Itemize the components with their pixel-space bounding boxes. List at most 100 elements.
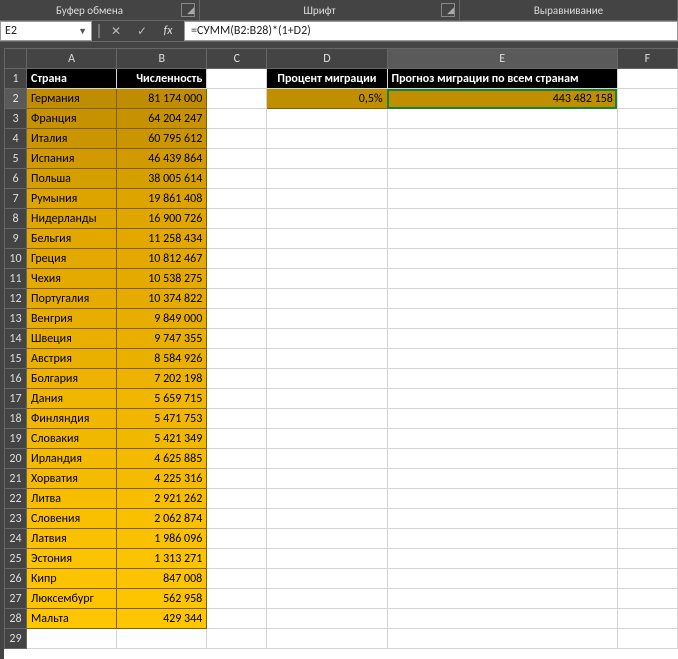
cell-A3[interactable]: Франция (27, 109, 117, 129)
cell-C28[interactable] (207, 609, 267, 629)
cell-D7[interactable] (267, 189, 387, 209)
cell-D22[interactable] (267, 489, 387, 509)
cell-C3[interactable] (207, 109, 267, 129)
cell-E15[interactable] (387, 349, 617, 369)
cell-F24[interactable] (617, 529, 677, 549)
cell-A12[interactable]: Португалия (27, 289, 117, 309)
cell-F2[interactable] (617, 89, 677, 109)
cell-C15[interactable] (207, 349, 267, 369)
row-header-21[interactable]: 21 (5, 469, 27, 489)
cell-C7[interactable] (207, 189, 267, 209)
cell-B23[interactable]: 2 062 874 (117, 509, 207, 529)
cell-E11[interactable] (387, 269, 617, 289)
cell-A18[interactable]: Финляндия (27, 409, 117, 429)
row-header-5[interactable]: 5 (5, 149, 27, 169)
cell-C16[interactable] (207, 369, 267, 389)
cell-A4[interactable]: Италия (27, 129, 117, 149)
cell-A25[interactable]: Эстония (27, 549, 117, 569)
cell-F4[interactable] (617, 129, 677, 149)
cell-C23[interactable] (207, 509, 267, 529)
row-header-18[interactable]: 18 (5, 409, 27, 429)
row-header-4[interactable]: 4 (5, 129, 27, 149)
row-header-12[interactable]: 12 (5, 289, 27, 309)
cell-C25[interactable] (207, 549, 267, 569)
cell-F5[interactable] (617, 149, 677, 169)
cell-D28[interactable] (267, 609, 387, 629)
cell-B21[interactable]: 4 225 316 (117, 469, 207, 489)
cell-B15[interactable]: 8 584 926 (117, 349, 207, 369)
cell-B18[interactable]: 5 471 753 (117, 409, 207, 429)
cancel-formula-icon[interactable]: ✕ (106, 22, 126, 40)
cell-C22[interactable] (207, 489, 267, 509)
cell-E14[interactable] (387, 329, 617, 349)
cell-D13[interactable] (267, 309, 387, 329)
row-header-1[interactable]: 1 (5, 69, 27, 89)
cell-A22[interactable]: Литва (27, 489, 117, 509)
cell-D11[interactable] (267, 269, 387, 289)
cell-A28[interactable]: Мальта (27, 609, 117, 629)
cell-A5[interactable]: Испания (27, 149, 117, 169)
cell-D2[interactable]: 0,5% (267, 89, 387, 109)
cell-A21[interactable]: Хорватия (27, 469, 117, 489)
cell-E5[interactable] (387, 149, 617, 169)
cell-B8[interactable]: 16 900 726 (117, 209, 207, 229)
row-header-3[interactable]: 3 (5, 109, 27, 129)
accept-formula-icon[interactable]: ✓ (132, 22, 152, 40)
col-header-C[interactable]: C (207, 49, 267, 69)
cell-D10[interactable] (267, 249, 387, 269)
cell-A10[interactable]: Греция (27, 249, 117, 269)
cell-D20[interactable] (267, 449, 387, 469)
cell-F18[interactable] (617, 409, 677, 429)
col-header-F[interactable]: F (617, 49, 677, 69)
cell-A20[interactable]: Ирландия (27, 449, 117, 469)
row-header-24[interactable]: 24 (5, 529, 27, 549)
cell-A7[interactable]: Румыния (27, 189, 117, 209)
cell-D6[interactable] (267, 169, 387, 189)
cell-A8[interactable]: Нидерланды (27, 209, 117, 229)
cell-D19[interactable] (267, 429, 387, 449)
cell-A16[interactable]: Болгария (27, 369, 117, 389)
cell-B3[interactable]: 64 204 247 (117, 109, 207, 129)
cell-B25[interactable]: 1 313 271 (117, 549, 207, 569)
cell-C2[interactable] (207, 89, 267, 109)
grid[interactable]: ABCDEF 1СтранаЧисленностьПроцент миграци… (4, 48, 678, 659)
row-header-27[interactable]: 27 (5, 589, 27, 609)
row-header-10[interactable]: 10 (5, 249, 27, 269)
cell-F26[interactable] (617, 569, 677, 589)
cell-B22[interactable]: 2 921 262 (117, 489, 207, 509)
cell-C21[interactable] (207, 469, 267, 489)
cell-C17[interactable] (207, 389, 267, 409)
cell-E1[interactable]: Прогноз миграции по всем странам (387, 69, 617, 89)
cell-C10[interactable] (207, 249, 267, 269)
cell-F6[interactable] (617, 169, 677, 189)
cell-F27[interactable] (617, 589, 677, 609)
cell-E10[interactable] (387, 249, 617, 269)
cell-B27[interactable]: 562 958 (117, 589, 207, 609)
cell-D14[interactable] (267, 329, 387, 349)
cell-F10[interactable] (617, 249, 677, 269)
row-header-13[interactable]: 13 (5, 309, 27, 329)
cell-C19[interactable] (207, 429, 267, 449)
cell-E2[interactable]: 443 482 158 (387, 89, 617, 109)
row-header-29[interactable]: 29 (5, 629, 27, 649)
cell-E4[interactable] (387, 129, 617, 149)
cell-D8[interactable] (267, 209, 387, 229)
cell-C4[interactable] (207, 129, 267, 149)
cell-C6[interactable] (207, 169, 267, 189)
cell-A26[interactable]: Кипр (27, 569, 117, 589)
cell-D5[interactable] (267, 149, 387, 169)
cell-E22[interactable] (387, 489, 617, 509)
cell-E20[interactable] (387, 449, 617, 469)
col-header-A[interactable]: A (27, 49, 117, 69)
row-header-15[interactable]: 15 (5, 349, 27, 369)
cell-B20[interactable]: 4 625 885 (117, 449, 207, 469)
cell-F20[interactable] (617, 449, 677, 469)
cell-A2[interactable]: Германия (27, 89, 117, 109)
cell-B28[interactable]: 429 344 (117, 609, 207, 629)
row-header-28[interactable]: 28 (5, 609, 27, 629)
cell-D4[interactable] (267, 129, 387, 149)
cell-A1[interactable]: Страна (27, 69, 117, 89)
cell-B1[interactable]: Численность (117, 69, 207, 89)
cell-B17[interactable]: 5 659 715 (117, 389, 207, 409)
cell-F21[interactable] (617, 469, 677, 489)
